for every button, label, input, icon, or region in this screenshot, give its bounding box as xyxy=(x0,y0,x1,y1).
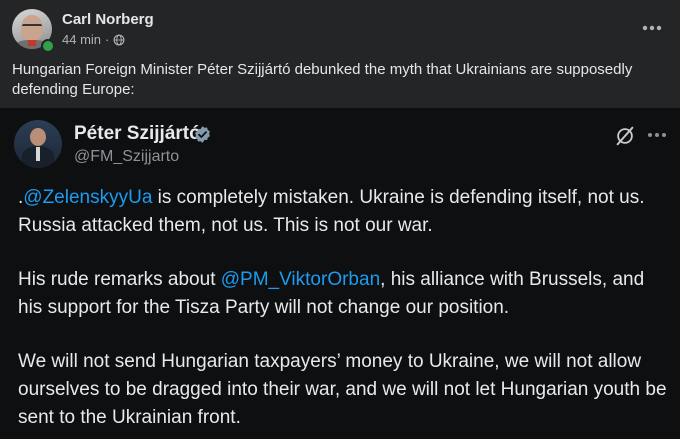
mention-zelenskyyua: @ZelenskyyUa xyxy=(23,187,153,208)
online-status-indicator xyxy=(41,39,55,53)
tweet-author-handle: @FM_Szijjarto xyxy=(74,148,180,165)
more-horizontal-icon xyxy=(648,133,666,137)
tweet-body: .@ZelenskyyUa is completely mistaken. Uk… xyxy=(18,184,668,439)
tweet-paragraph: .@ZelenskyyUa is completely mistaken. Uk… xyxy=(18,187,645,236)
tweet-more-options xyxy=(644,123,670,147)
post-caption: Hungarian Foreign Minister Péter Szijjár… xyxy=(12,61,633,98)
tweet-paragraph: We will not send Hungarian taxpayers’ mo… xyxy=(18,351,667,428)
author-name[interactable]: Carl Norberg xyxy=(62,11,154,28)
more-horizontal-icon xyxy=(642,25,662,31)
post-more-options-button[interactable] xyxy=(638,14,666,42)
tweet-author-avatar xyxy=(14,120,62,168)
tweet-author-name: Péter Szijjártó xyxy=(74,123,201,144)
meta-separator: · xyxy=(105,32,110,47)
globe-icon xyxy=(113,34,125,45)
embedded-tweet-image: Péter Szijjártó @FM_Szijjarto .@Zelensky… xyxy=(0,108,680,439)
mention-pm-viktororban: @PM_ViktorOrban xyxy=(220,269,381,290)
post-meta: 44 min · xyxy=(62,32,125,47)
verified-badge-icon xyxy=(195,126,210,143)
grok-icon xyxy=(616,126,634,146)
post-timestamp[interactable]: 44 min xyxy=(62,32,101,47)
tweet-paragraph: His rude remarks about @PM_ViktorOrban, … xyxy=(18,269,645,318)
post-header: Carl Norberg 44 min · xyxy=(0,0,680,60)
